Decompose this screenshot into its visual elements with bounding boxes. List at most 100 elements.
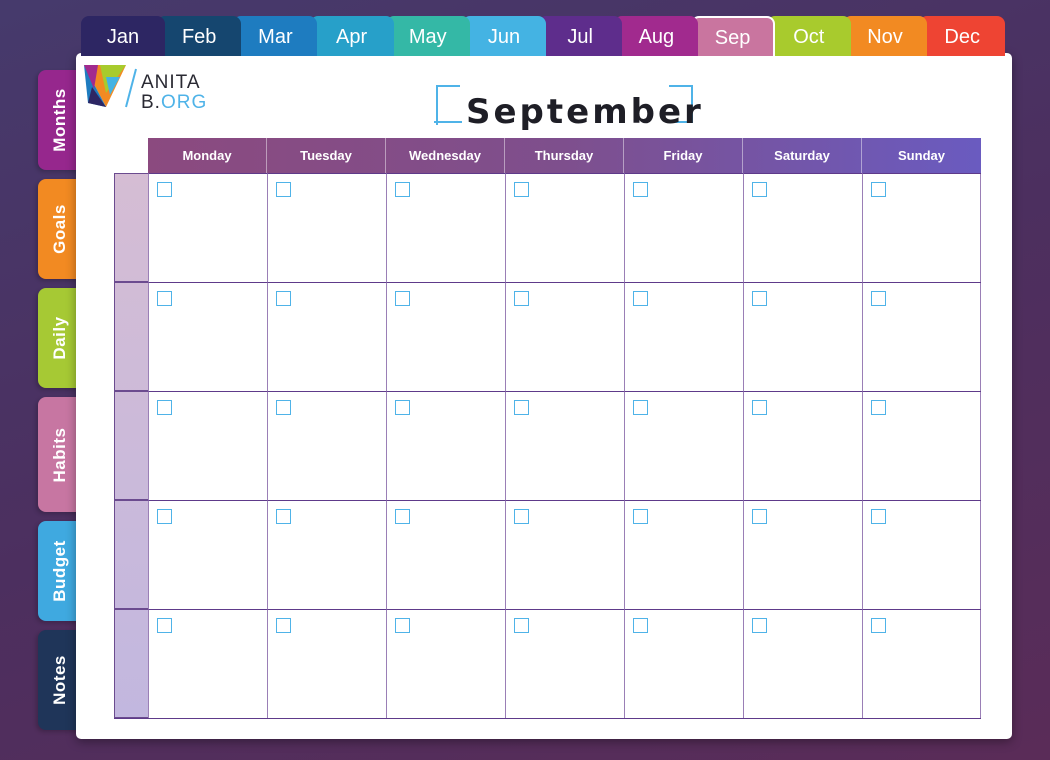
tab-aug[interactable]: Aug bbox=[614, 16, 699, 56]
day-cell[interactable] bbox=[624, 500, 743, 609]
day-checkbox[interactable] bbox=[157, 509, 172, 524]
day-cell[interactable] bbox=[743, 500, 862, 609]
tab-jun[interactable]: Jun bbox=[462, 16, 546, 56]
day-cell[interactable] bbox=[148, 173, 267, 282]
day-cell[interactable] bbox=[743, 173, 862, 282]
week-label-cell bbox=[114, 173, 148, 282]
day-checkbox[interactable] bbox=[871, 618, 886, 633]
tab-jul[interactable]: Jul bbox=[538, 16, 623, 56]
day-checkbox[interactable] bbox=[633, 182, 648, 197]
day-checkbox[interactable] bbox=[276, 618, 291, 633]
day-checkbox[interactable] bbox=[395, 291, 410, 306]
tab-feb[interactable]: Feb bbox=[157, 16, 242, 56]
day-checkbox[interactable] bbox=[871, 400, 886, 415]
day-cell[interactable] bbox=[505, 173, 624, 282]
day-cell[interactable] bbox=[743, 282, 862, 391]
day-checkbox[interactable] bbox=[633, 509, 648, 524]
tab-mar[interactable]: Mar bbox=[233, 16, 318, 56]
day-cell[interactable] bbox=[743, 609, 862, 718]
day-cell[interactable] bbox=[386, 282, 505, 391]
day-cell[interactable] bbox=[148, 500, 267, 609]
day-checkbox[interactable] bbox=[871, 509, 886, 524]
day-checkbox[interactable] bbox=[633, 618, 648, 633]
day-checkbox[interactable] bbox=[276, 182, 291, 197]
day-checkbox[interactable] bbox=[752, 509, 767, 524]
day-cell[interactable] bbox=[386, 391, 505, 500]
tab-oct[interactable]: Oct bbox=[766, 16, 851, 56]
day-checkbox[interactable] bbox=[395, 509, 410, 524]
day-cell[interactable] bbox=[148, 609, 267, 718]
day-checkbox[interactable] bbox=[514, 400, 529, 415]
tab-may[interactable]: May bbox=[385, 16, 470, 56]
tab-nov[interactable]: Nov bbox=[843, 16, 927, 56]
day-cell[interactable] bbox=[386, 609, 505, 718]
day-cell[interactable] bbox=[862, 500, 981, 609]
month-tab-bar: Jan Feb Mar Apr May Jun Jul Aug Sep Oct Nov Dec bbox=[81, 16, 1006, 56]
day-cell[interactable] bbox=[267, 173, 386, 282]
anitab-logo: ANITA B.ORG bbox=[84, 63, 224, 113]
logo-line-2-suffix: ORG bbox=[160, 92, 208, 113]
week-label-cell bbox=[114, 282, 148, 391]
day-checkbox[interactable] bbox=[871, 182, 886, 197]
side-tab-label: Months bbox=[50, 88, 69, 152]
week-label-cell bbox=[114, 391, 148, 500]
tab-sep[interactable]: Sep bbox=[690, 16, 775, 56]
day-checkbox[interactable] bbox=[752, 182, 767, 197]
day-cell[interactable] bbox=[148, 391, 267, 500]
day-checkbox[interactable] bbox=[752, 618, 767, 633]
anitab-logo-icon bbox=[84, 65, 137, 108]
day-checkbox[interactable] bbox=[276, 400, 291, 415]
tab-dec[interactable]: Dec bbox=[919, 16, 1006, 56]
day-checkbox[interactable] bbox=[514, 618, 529, 633]
day-cell[interactable] bbox=[862, 609, 981, 718]
day-cell[interactable] bbox=[505, 391, 624, 500]
day-cell[interactable] bbox=[386, 173, 505, 282]
tab-apr[interactable]: Apr bbox=[309, 16, 394, 56]
day-checkbox[interactable] bbox=[752, 291, 767, 306]
day-checkbox[interactable] bbox=[157, 291, 172, 306]
weekday-header-friday: Friday bbox=[624, 138, 743, 173]
day-checkbox[interactable] bbox=[514, 291, 529, 306]
weekday-header-row: Monday Tuesday Wednesday Thursday Friday Satu… bbox=[148, 138, 981, 173]
day-cell[interactable] bbox=[386, 500, 505, 609]
day-cell[interactable] bbox=[267, 500, 386, 609]
day-cell[interactable] bbox=[505, 609, 624, 718]
day-checkbox[interactable] bbox=[633, 400, 648, 415]
day-checkbox[interactable] bbox=[514, 182, 529, 197]
day-checkbox[interactable] bbox=[395, 618, 410, 633]
day-cell[interactable] bbox=[267, 282, 386, 391]
day-cell[interactable] bbox=[267, 391, 386, 500]
day-checkbox[interactable] bbox=[752, 400, 767, 415]
logo-line-1: ANITA bbox=[141, 72, 201, 93]
calendar-grid bbox=[114, 173, 981, 719]
day-cell[interactable] bbox=[862, 282, 981, 391]
day-cell[interactable] bbox=[624, 282, 743, 391]
logo-wordmark: ANITA B.ORG bbox=[141, 73, 207, 113]
day-checkbox[interactable] bbox=[157, 618, 172, 633]
day-cell[interactable] bbox=[862, 391, 981, 500]
day-checkbox[interactable] bbox=[871, 291, 886, 306]
day-cell[interactable] bbox=[743, 391, 862, 500]
day-cell[interactable] bbox=[862, 173, 981, 282]
day-cell[interactable] bbox=[624, 391, 743, 500]
day-checkbox[interactable] bbox=[395, 182, 410, 197]
weekday-header-wednesday: Wednesday bbox=[386, 138, 505, 173]
day-cell[interactable] bbox=[505, 500, 624, 609]
side-tab-label: Habits bbox=[50, 427, 69, 482]
day-checkbox[interactable] bbox=[157, 400, 172, 415]
day-cell[interactable] bbox=[148, 282, 267, 391]
tab-jan[interactable]: Jan bbox=[81, 16, 165, 56]
day-cell[interactable] bbox=[505, 282, 624, 391]
day-checkbox[interactable] bbox=[276, 509, 291, 524]
day-checkbox[interactable] bbox=[276, 291, 291, 306]
day-checkbox[interactable] bbox=[514, 509, 529, 524]
week-label-cell bbox=[114, 609, 148, 718]
weekday-header-monday: Monday bbox=[148, 138, 267, 173]
side-tab-label: Notes bbox=[50, 655, 69, 705]
day-checkbox[interactable] bbox=[633, 291, 648, 306]
day-cell[interactable] bbox=[624, 609, 743, 718]
day-cell[interactable] bbox=[624, 173, 743, 282]
day-checkbox[interactable] bbox=[157, 182, 172, 197]
day-checkbox[interactable] bbox=[395, 400, 410, 415]
day-cell[interactable] bbox=[267, 609, 386, 718]
